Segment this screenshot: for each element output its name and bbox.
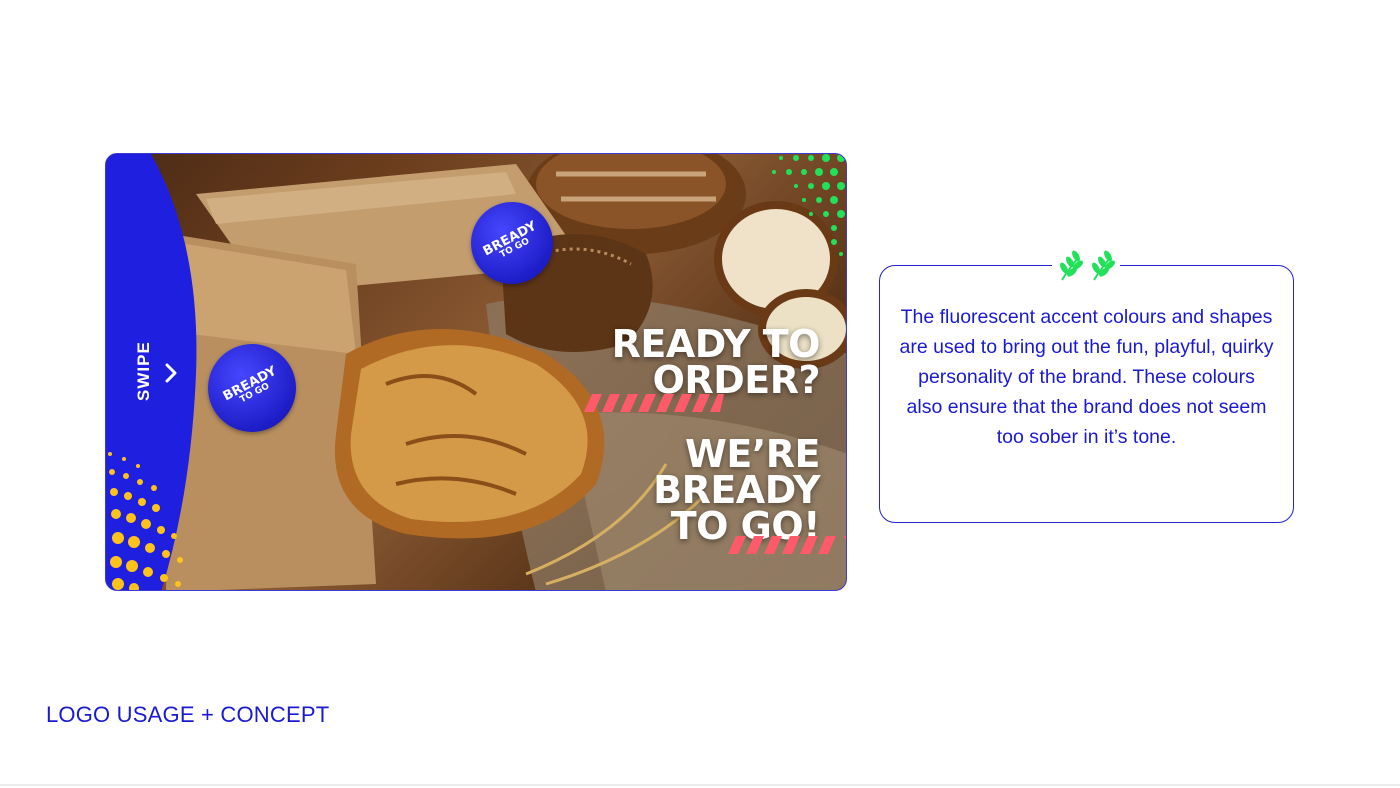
- headline-ready-to-order: READY TO ORDER?: [520, 322, 821, 403]
- sticker-logo-text: BREADY TO GO: [481, 219, 543, 267]
- banner-mockup: SWIPE BREADY TO GO BREADY TO GO READY TO…: [105, 153, 847, 591]
- wheat-icon: [1052, 248, 1120, 284]
- section-title: LOGO USAGE + CONCEPT: [46, 702, 330, 727]
- headline-2-line-1: WE’RE: [684, 432, 821, 476]
- headline-1-line-2: ORDER?: [652, 358, 821, 403]
- sticker-logo-text: BREADY TO GO: [221, 364, 283, 412]
- concept-description-box: The fluorescent accent colours and shape…: [879, 265, 1294, 523]
- brand-sticker-top: BREADY TO GO: [471, 202, 553, 284]
- chevron-right-icon[interactable]: [161, 361, 181, 385]
- coral-stripes-2: [728, 536, 846, 554]
- headline-2-line-2: BREADY: [653, 468, 820, 513]
- headline-1-line-1: READY TO: [611, 322, 821, 366]
- brand-sticker-bottom: BREADY TO GO: [208, 344, 296, 432]
- concept-description-text: The fluorescent accent colours and shape…: [899, 306, 1274, 448]
- swipe-label[interactable]: SWIPE: [124, 336, 164, 406]
- headline-were-bready-to-go: WE’RE BREADY TO GO!: [520, 432, 821, 545]
- coral-stripes-1: [584, 394, 724, 412]
